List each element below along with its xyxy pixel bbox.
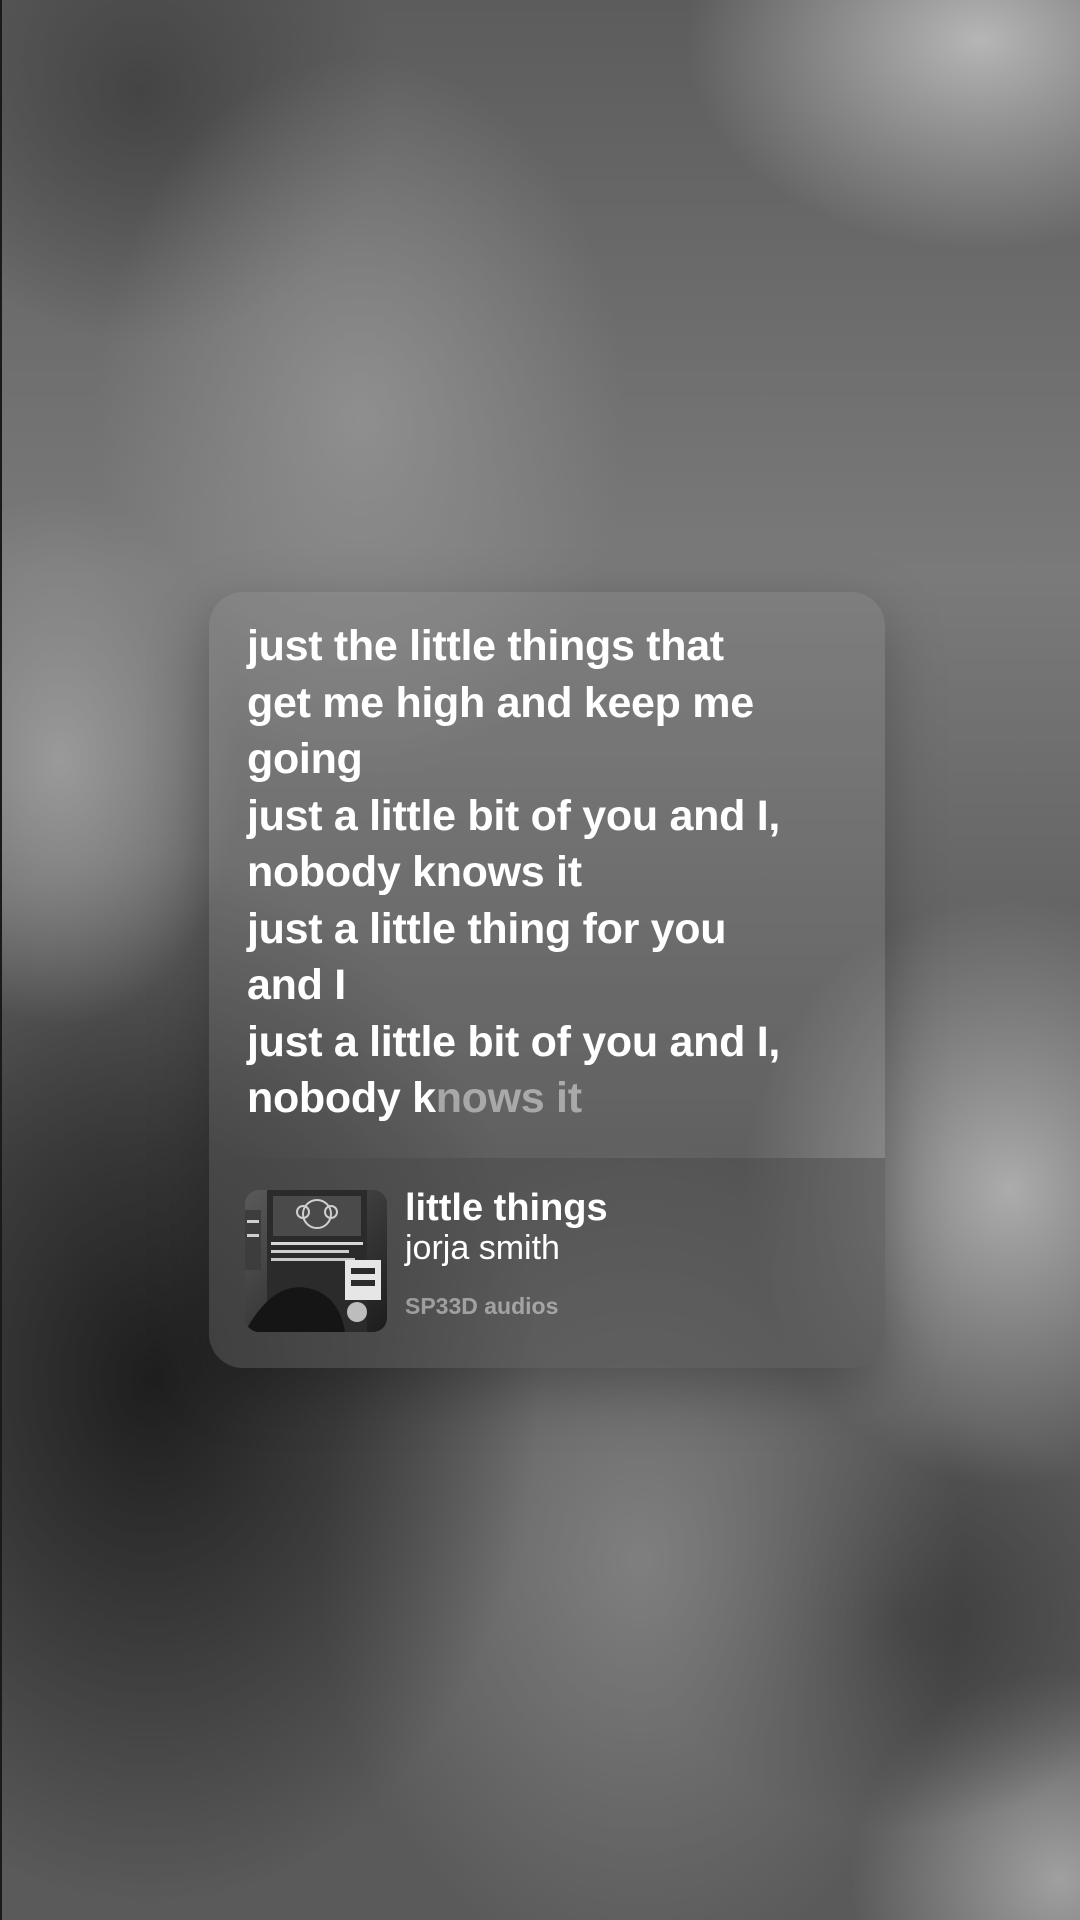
lyric-unsung-part: nows it xyxy=(435,1074,582,1122)
lyric-line: nobody knows it xyxy=(247,848,582,896)
lyric-line: just the little things that xyxy=(247,622,724,670)
screen-edge xyxy=(0,0,2,1920)
album-cover-image xyxy=(245,1190,387,1332)
lyric-line: get me high and keep me xyxy=(247,678,754,727)
lyric-line: just a little bit of you and I, xyxy=(247,1017,780,1066)
lyric-line: going xyxy=(247,735,363,783)
lyrics-block: just the little things that get me high … xyxy=(247,618,857,1158)
album-art-graphic xyxy=(245,1190,387,1332)
current-lyric-line: nobody knows it xyxy=(247,1070,857,1127)
song-artist: jorja smith xyxy=(405,1229,560,1267)
lyrics-card[interactable]: just the little things that get me high … xyxy=(209,592,885,1368)
lyric-line: just a little thing for you xyxy=(247,904,727,953)
source-label: SP33D audios xyxy=(405,1293,559,1319)
track-info-bar: little things jorja smith SP33D audios xyxy=(209,1158,885,1368)
lyrics-share-screen: just the little things that get me high … xyxy=(0,0,1080,1920)
lyric-sung-part: nobody k xyxy=(247,1074,436,1122)
song-title: little things xyxy=(405,1187,608,1229)
lyric-line: and I xyxy=(247,961,346,1009)
lyric-line: just a little bit of you and I, xyxy=(247,791,780,840)
